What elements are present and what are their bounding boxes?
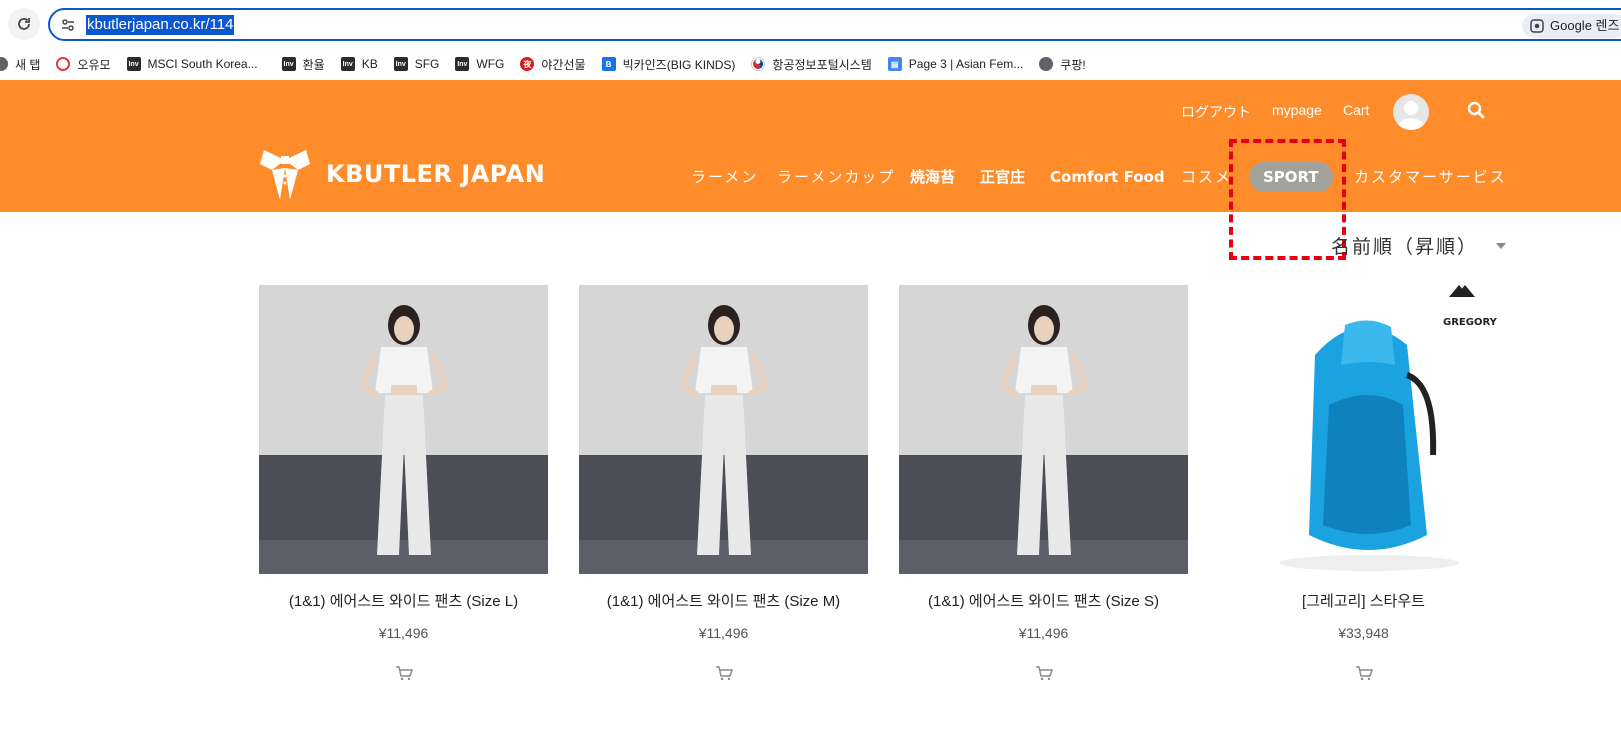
cart-icon[interactable]	[1035, 665, 1053, 681]
product-card[interactable]: GREGORY [그레고리] 스타우트 ¥33,948	[1219, 285, 1508, 681]
gregory-logo-text: GREGORY	[1443, 317, 1498, 328]
user-icon	[1398, 101, 1424, 130]
product-card[interactable]: (1&1) 에어스트 와이드 팬츠 (Size M) ¥11,496	[579, 285, 868, 681]
bookmark-oyumo[interactable]: 오유모	[56, 52, 111, 76]
woman-wide-pants-photo	[259, 285, 548, 574]
cart-icon[interactable]	[395, 665, 413, 681]
product-image[interactable]: GREGORY	[1219, 285, 1508, 574]
bookmark-label: 오유모	[77, 57, 111, 72]
investing-icon: Inv	[340, 57, 355, 71]
site-logo[interactable]: KBUTLER JAPAN	[258, 146, 545, 202]
night-futures-icon: 夜	[520, 57, 535, 71]
korea-flag-icon	[751, 57, 766, 71]
investing-icon: Inv	[393, 57, 408, 71]
mypage-link[interactable]: mypage	[1272, 102, 1322, 118]
nav-comfort-food[interactable]: Comfort Food	[1050, 162, 1165, 192]
lens-label: Google 렌즈	[1550, 18, 1620, 33]
chevron-down-icon[interactable]	[1496, 243, 1506, 249]
bookmark-label: 야간선물	[541, 57, 586, 72]
bookmark-label: 쿠팡!	[1060, 57, 1086, 72]
annotation-highlight-box	[1229, 139, 1346, 260]
avatar[interactable]	[1393, 94, 1429, 130]
reload-button[interactable]	[8, 8, 40, 40]
sort-select[interactable]: 名前順（昇順）	[1331, 232, 1478, 259]
bookmarks-bar: 새 탭 오유모 Inv MSCI South Korea... Inv 환율 I…	[0, 48, 1621, 80]
bookmark-coupang[interactable]: 쿠팡!	[1039, 52, 1086, 76]
product-name[interactable]: (1&1) 에어스트 와이드 팬츠 (Size L)	[259, 590, 548, 611]
investing-icon: Inv	[455, 57, 470, 71]
woman-wide-pants-photo	[899, 285, 1188, 574]
bookmark-asian-fem[interactable]: ▤ Page 3 | Asian Fem...	[887, 52, 1024, 76]
site-header: ログアウト mypage Cart KBUTLER JAPAN ラーメン ラーメ…	[0, 80, 1621, 212]
nav-cosme[interactable]: コスメ	[1181, 162, 1232, 192]
bookmark-label: 항공정보포털시스템	[772, 57, 872, 72]
cart-link[interactable]: Cart	[1343, 102, 1369, 118]
woman-wide-pants-photo	[579, 285, 868, 574]
bookmark-label: KB	[361, 57, 378, 71]
product-card[interactable]: (1&1) 에어스트 와이드 팬츠 (Size L) ¥11,496	[259, 285, 548, 681]
nav-seaweed[interactable]: 焼海苔	[910, 162, 955, 192]
bookmark-exchange[interactable]: Inv 환율	[281, 52, 325, 76]
product-image[interactable]	[259, 285, 548, 574]
product-price: ¥11,496	[1018, 625, 1069, 641]
bookmark-label: SFG	[414, 57, 440, 71]
product-name[interactable]: (1&1) 에어스트 와이드 팬츠 (Size S)	[899, 590, 1188, 611]
globe-icon	[1039, 57, 1054, 71]
reload-icon	[18, 18, 30, 30]
search-icon[interactable]	[1466, 100, 1486, 120]
nav-ramen[interactable]: ラーメン	[691, 162, 758, 192]
product-card[interactable]: (1&1) 에어스트 와이드 팬츠 (Size S) ¥11,496	[899, 285, 1188, 681]
bookmark-new-tab[interactable]: 새 탭	[0, 52, 40, 76]
bookmark-msci[interactable]: Inv MSCI South Korea...	[126, 52, 258, 76]
bookmark-aviation-portal[interactable]: 항공정보포털시스템	[751, 52, 872, 76]
google-lens-button[interactable]: Google 렌즈	[1522, 14, 1621, 38]
cart-icon[interactable]	[715, 665, 733, 681]
site-settings-icon[interactable]	[60, 17, 76, 33]
bookmark-label: 새 탭	[15, 57, 41, 72]
oyumo-icon	[56, 57, 71, 71]
tuxedo-logo-icon	[260, 150, 310, 200]
nav-customer-service[interactable]: カスタマーサービス	[1354, 162, 1507, 192]
forms-icon: ▤	[887, 57, 902, 71]
bookmark-label: 빅카인즈(BIG KINDS)	[622, 57, 736, 72]
bookmark-label: MSCI South Korea...	[147, 57, 258, 71]
bookmark-bigkinds[interactable]: B 빅카인즈(BIG KINDS)	[601, 52, 736, 76]
backpack-photo: GREGORY	[1219, 285, 1508, 574]
product-image[interactable]	[899, 285, 1188, 574]
cart-icon[interactable]	[1355, 665, 1373, 681]
bookmark-sfg[interactable]: Inv SFG	[393, 52, 440, 76]
investing-icon: Inv	[281, 57, 296, 71]
browser-toolbar: kbutlerjapan.co.kr/114 Google 렌즈	[0, 0, 1621, 48]
product-name[interactable]: [그레고리] 스타우트	[1219, 590, 1508, 611]
product-image[interactable]	[579, 285, 868, 574]
product-price: ¥11,496	[698, 625, 749, 641]
bookmark-kb[interactable]: Inv KB	[340, 52, 378, 76]
bookmark-label: WFG	[476, 57, 505, 71]
nav-ramen-cup[interactable]: ラーメンカップ	[777, 162, 895, 192]
nav-jeonggwanjang[interactable]: 正官庄	[980, 162, 1025, 192]
bookmark-label: Page 3 | Asian Fem...	[908, 57, 1024, 71]
product-price: ¥33,948	[1338, 625, 1389, 641]
product-price: ¥11,496	[378, 625, 429, 641]
investing-icon: Inv	[126, 57, 141, 71]
bookmark-label: 환율	[302, 57, 325, 72]
address-bar[interactable]: kbutlerjapan.co.kr/114 Google 렌즈	[48, 8, 1621, 41]
lens-icon	[1530, 19, 1544, 33]
bookmark-wfg[interactable]: Inv WFG	[455, 52, 504, 76]
globe-icon	[0, 57, 8, 71]
url-text[interactable]: kbutlerjapan.co.kr/114	[86, 15, 235, 35]
product-name[interactable]: (1&1) 에어스트 와이드 팬츠 (Size M)	[579, 590, 868, 611]
brand-name: KBUTLER JAPAN	[326, 160, 546, 188]
bookmark-night-futures[interactable]: 夜 야간선물	[520, 52, 586, 76]
logout-link[interactable]: ログアウト	[1181, 102, 1251, 122]
bigkinds-icon: B	[601, 57, 616, 71]
